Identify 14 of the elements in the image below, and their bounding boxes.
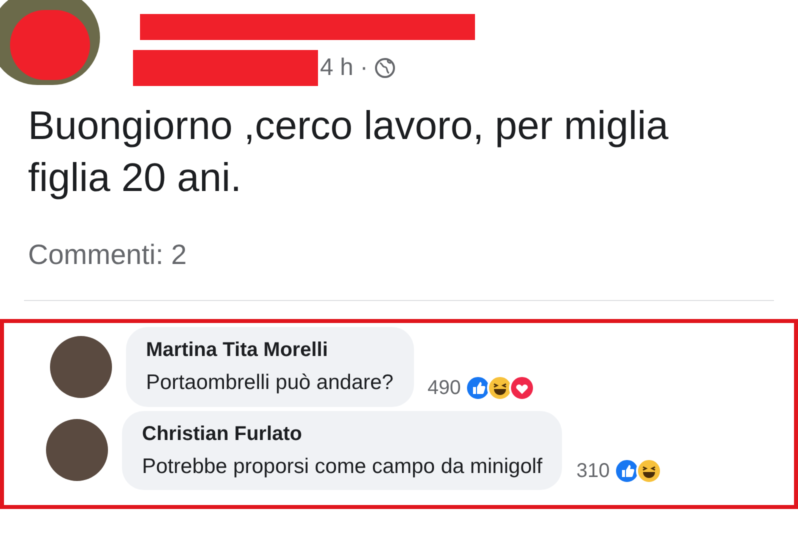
thumbs-up-icon bbox=[614, 458, 640, 484]
comment-author: Martina Tita Morelli bbox=[146, 338, 329, 363]
comment-text: Potrebbe proporsi come campo da minigolf bbox=[142, 454, 542, 480]
reaction-count: 310 bbox=[576, 459, 610, 484]
comment-text: Portaombrelli può andare? bbox=[146, 370, 394, 396]
post-time: 4 h · bbox=[320, 53, 368, 83]
globe-icon bbox=[374, 57, 396, 79]
laughing-face-icon bbox=[636, 458, 662, 484]
thumbs-up-icon bbox=[464, 374, 491, 400]
laughing-face-icon bbox=[486, 374, 513, 400]
comment-count: Commenti: 2 bbox=[28, 238, 188, 272]
reaction-count: 490 bbox=[428, 376, 461, 400]
comment-author: Christian Furlato bbox=[142, 422, 304, 446]
post-text: Buongiorno ,cerco lavoro, per miglia figlia 20 ani. bbox=[28, 103, 670, 202]
